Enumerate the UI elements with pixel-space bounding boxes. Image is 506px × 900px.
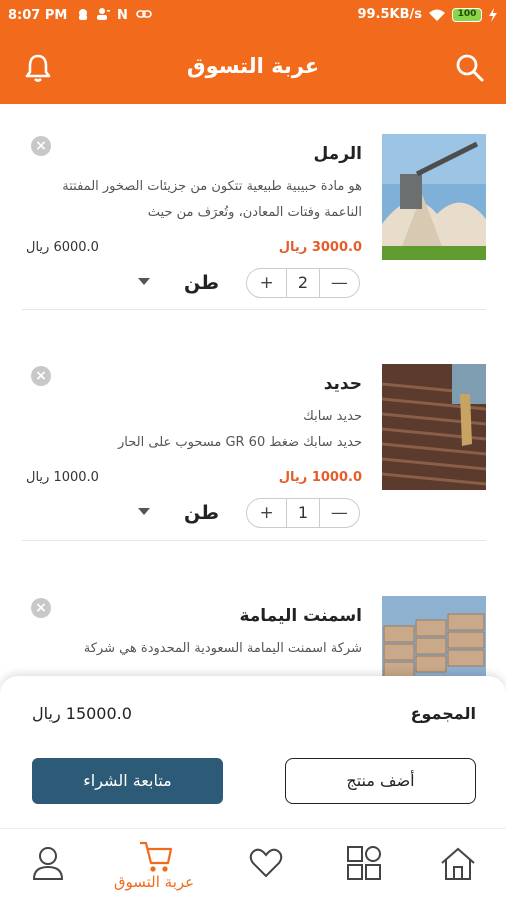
divider [22,309,486,310]
decrement-button[interactable]: — [320,273,359,293]
bottom-nav: عربة التسوق [0,828,506,900]
home-icon[interactable] [438,843,478,883]
status-right: 99.5KB/s 100 [357,7,498,22]
item-name: حديد [323,374,362,394]
search-icon[interactable] [454,52,486,84]
categories-grid-icon[interactable] [344,843,384,883]
app-bar: عربة التسوق [0,32,506,104]
total-label: المجموع [410,704,476,723]
cart-summary: المجموع 15000.0 ريال أضف منتج متابعة الش… [0,676,506,828]
quantity-stepper: + 1 — [246,498,360,528]
remove-item-button[interactable]: × [31,598,51,618]
item-description: حديد سابك حديد سابك ضغط GR 60 مسحوب على … [118,409,362,450]
item-description: هو مادة حبيبية طبيعية تتكون من جزيئات ال… [62,179,362,220]
total-value: 15000.0 ريال [32,704,132,723]
status-time: 8:07 PM [8,8,68,23]
snapchat-icon [79,9,87,20]
wifi-icon [429,9,445,21]
item-old-price: 6000.0 ريال [26,240,99,255]
chevron-down-icon[interactable] [138,278,150,285]
quantity-stepper: + 2 — [246,268,360,298]
checkout-button[interactable]: متابعة الشراء [32,758,223,804]
remove-item-button[interactable]: × [31,366,51,386]
remove-item-button[interactable]: × [31,136,51,156]
price-row: 3000.0 ريال 6000.0 ريال [26,240,362,260]
divider [22,540,486,541]
unit-select[interactable]: طن [184,502,219,524]
item-old-price: 1000.0 ريال [26,470,99,485]
network-speed: 99.5KB/s [357,7,422,22]
nav-cart-label[interactable]: عربة التسوق [96,873,212,891]
item-price: 1000.0 ريال [278,470,362,485]
chevron-down-icon[interactable] [138,508,150,515]
cart-item: الرمل هو مادة حبيبية طبيعية تتكون من جزي… [22,134,486,304]
heart-icon[interactable] [246,843,286,883]
price-row: 1000.0 ريال 1000.0 ريال [26,470,362,490]
page-title: عربة التسوق [186,54,320,78]
product-image-sand[interactable] [382,134,486,260]
unit-select[interactable]: طن [184,272,219,294]
profile-icon[interactable] [28,843,68,883]
quantity-value: 1 [286,499,320,527]
svg-text:N: N [117,8,128,21]
charging-icon [489,7,497,22]
item-name: اسمنت اليمامة [239,606,362,626]
item-description: شركة اسمنت اليمامة السعودية المحدودة هي … [83,641,362,656]
add-user-icon [97,8,110,20]
link-icon [136,10,152,18]
notification-icons: N [76,7,152,21]
n-app-icon: N [117,8,128,21]
increment-button[interactable]: + [247,273,286,293]
cart-icon[interactable] [136,837,176,877]
increment-button[interactable]: + [247,503,286,523]
quantity-value: 2 [286,269,320,297]
cart-item: اسمنت اليمامة شركة اسمنت اليمامة السعودي… [22,596,486,722]
cart-item: حديد حديد سابك حديد سابك ضغط GR 60 مسحوب… [22,364,486,534]
item-name: الرمل [313,144,363,164]
product-image-steel[interactable] [382,364,486,490]
decrement-button[interactable]: — [320,503,359,523]
add-product-button[interactable]: أضف منتج [285,758,476,804]
item-price: 3000.0 ريال [278,240,362,255]
status-bar: 8:07 PM N 99.5KB/s 100 [0,0,506,32]
battery-indicator: 100 [452,7,482,22]
